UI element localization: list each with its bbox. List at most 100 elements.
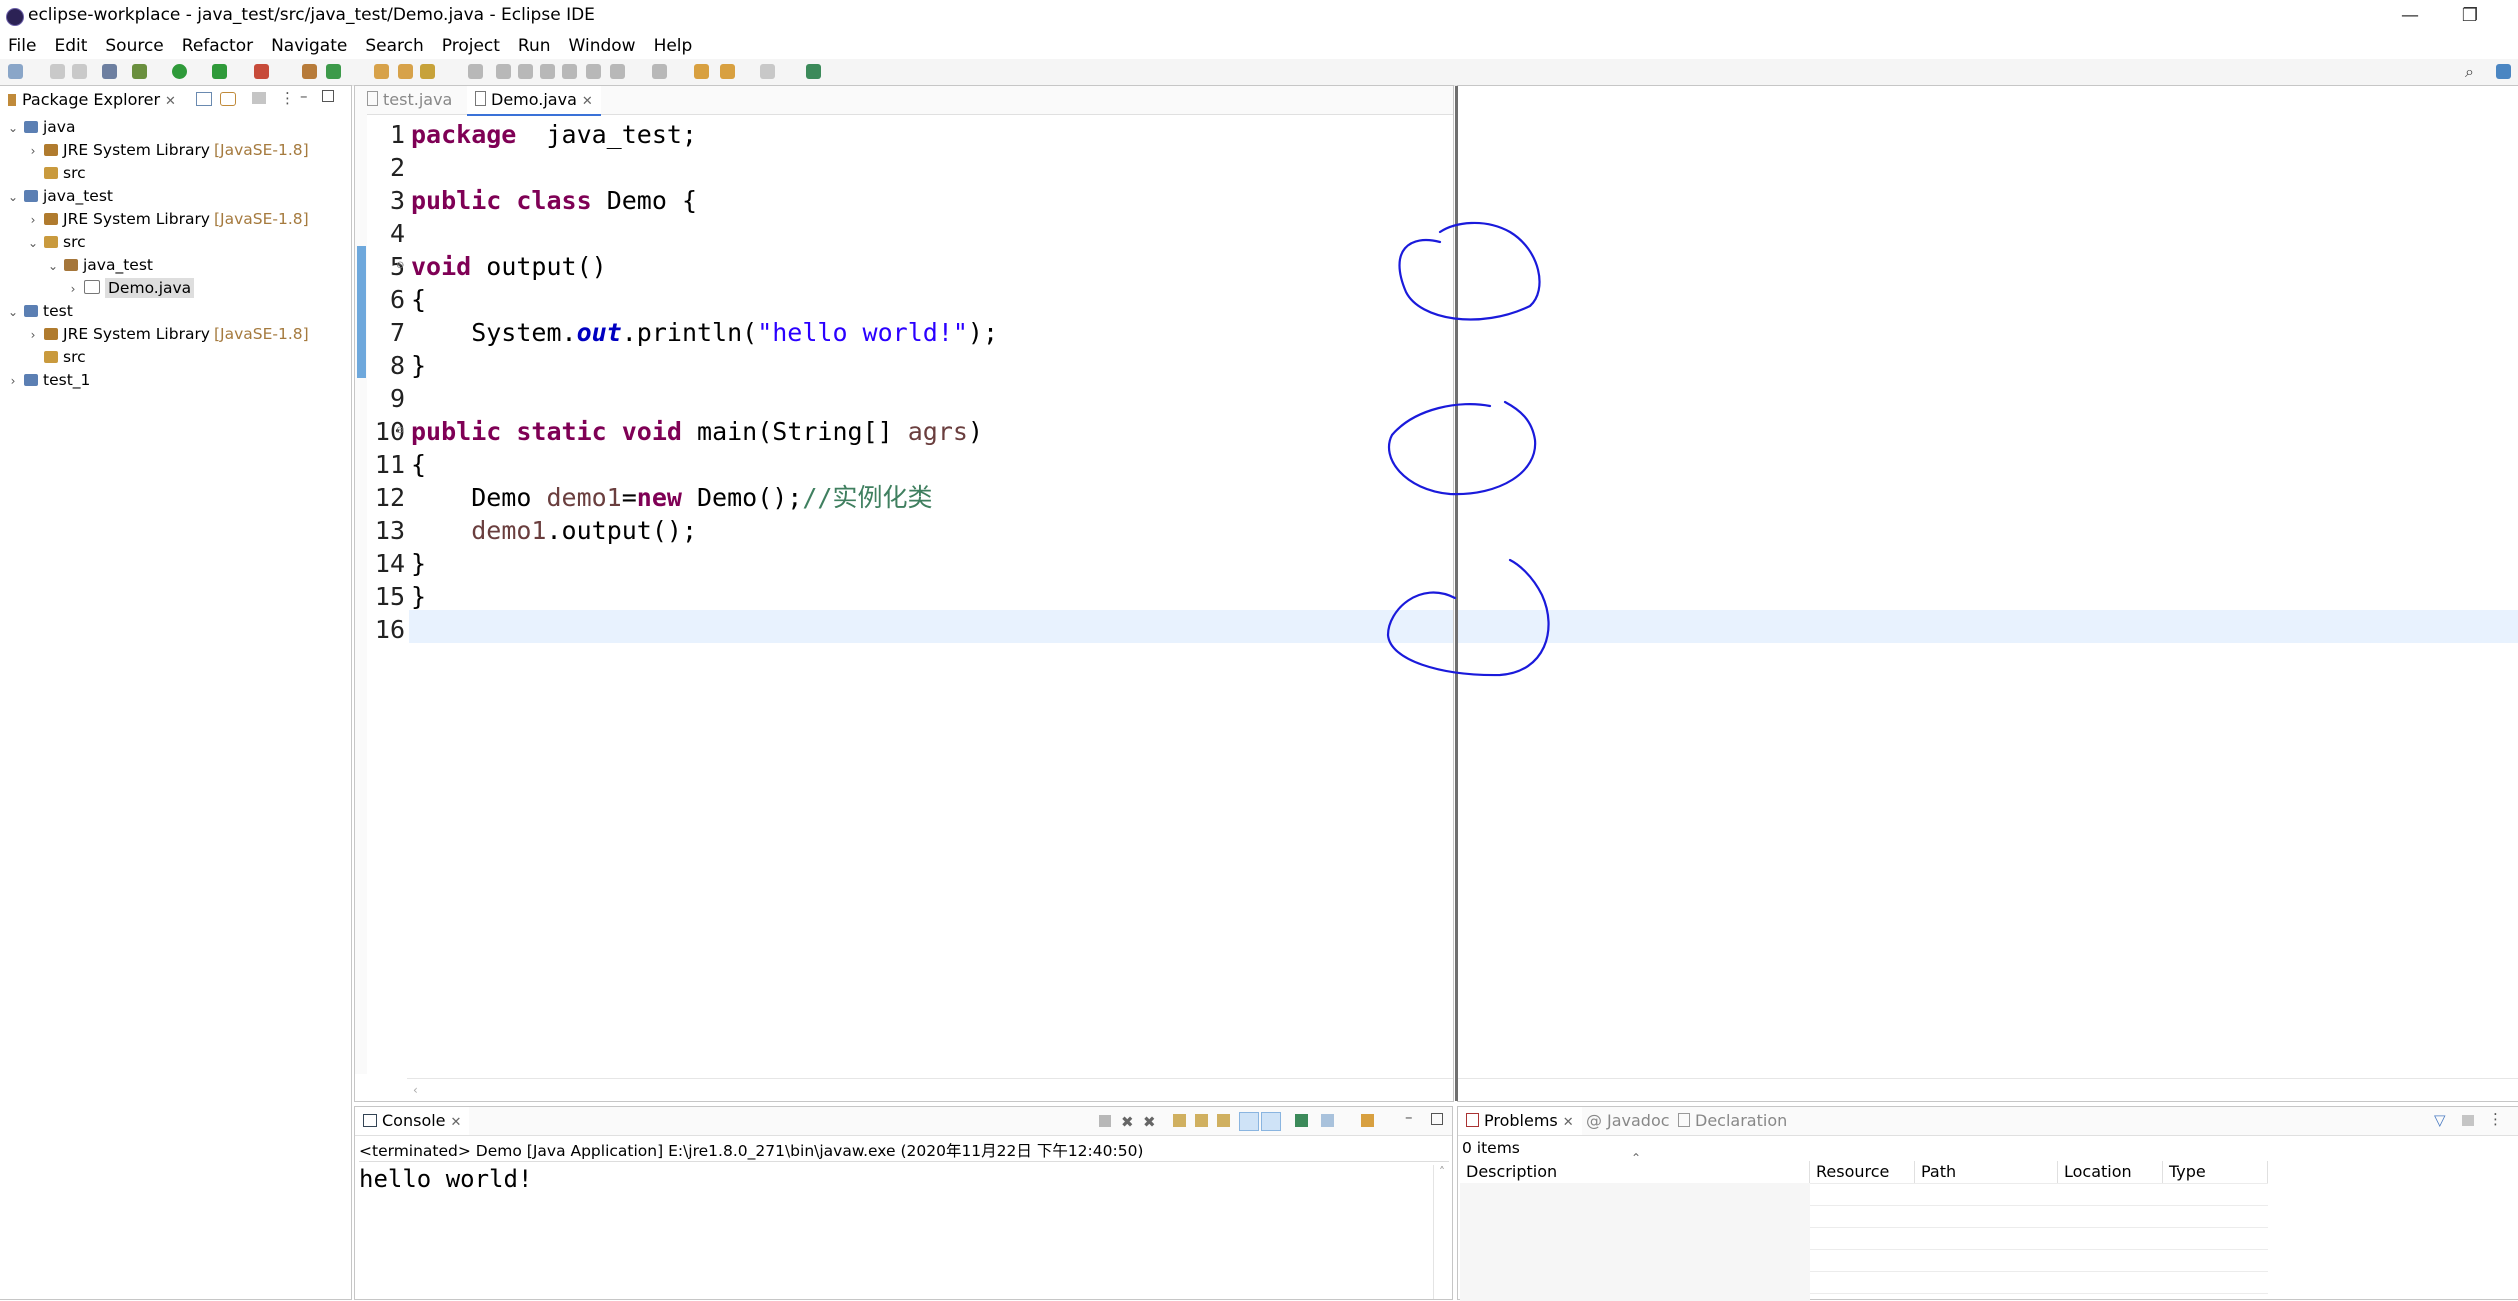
chevron-down-icon[interactable]: ⌄: [6, 186, 20, 208]
column-path[interactable]: Path: [1915, 1161, 2058, 1183]
chevron-right-icon[interactable]: ›: [26, 209, 40, 231]
open-task-icon[interactable]: [398, 64, 413, 79]
display-selected-console-icon[interactable]: [1321, 1114, 1334, 1127]
tree-item[interactable]: › JRE System Library [JavaSE-1.8]: [26, 139, 309, 161]
chevron-right-icon[interactable]: ›: [26, 324, 40, 346]
tab-problems[interactable]: Problems ✕: [1458, 1107, 1582, 1135]
tab-test-java[interactable]: test.java: [359, 86, 460, 114]
chevron-down-icon[interactable]: ⌄: [46, 255, 60, 277]
chevron-right-icon[interactable]: ›: [6, 370, 20, 392]
scroll-lock-icon[interactable]: [1195, 1114, 1208, 1127]
next-edit-icon[interactable]: [610, 64, 625, 79]
tab-package-explorer[interactable]: Package Explorer ✕: [0, 86, 184, 114]
minimize-view-icon[interactable]: –: [300, 87, 308, 105]
chevron-right-icon[interactable]: ›: [66, 278, 80, 300]
code-line[interactable]: {: [411, 283, 426, 316]
column-description[interactable]: Description: [1460, 1161, 1810, 1183]
vertical-scrollbar[interactable]: ˄: [1433, 1165, 1450, 1299]
code-line[interactable]: System.out.println("hello world!");: [411, 316, 998, 349]
collapse-all-icon[interactable]: [196, 92, 212, 106]
tab-javadoc[interactable]: @ Javadoc: [1578, 1107, 1678, 1135]
code-line[interactable]: public class Demo {: [411, 184, 697, 217]
back-icon[interactable]: [694, 64, 709, 79]
new-java-project-icon[interactable]: [302, 64, 317, 79]
view-menu-extra-icon[interactable]: [2462, 1115, 2474, 1126]
save-icon[interactable]: [50, 64, 65, 79]
chevron-down-icon[interactable]: ⌄: [6, 301, 20, 323]
search-tool-icon[interactable]: [420, 64, 435, 79]
save-all-icon[interactable]: [72, 64, 87, 79]
tree-item[interactable]: ⌄ src: [26, 231, 86, 253]
new-icon[interactable]: [8, 64, 23, 79]
debug-icon[interactable]: [132, 64, 147, 79]
menu-edit[interactable]: Edit: [45, 33, 96, 59]
tree-item[interactable]: › JRE System Library [JavaSE-1.8]: [26, 323, 309, 345]
block-selection-icon[interactable]: [540, 64, 555, 79]
code-line[interactable]: }: [411, 349, 426, 382]
menu-run[interactable]: Run: [509, 33, 560, 59]
fold-marker-icon[interactable]: ⊖: [396, 260, 404, 271]
forward-arrow-icon[interactable]: [760, 64, 775, 79]
tree-item[interactable]: ⌄ java_test: [6, 185, 113, 207]
menu-file[interactable]: File: [0, 33, 45, 59]
last-edit-location-icon[interactable]: [652, 64, 667, 79]
link-with-editor-icon[interactable]: [220, 92, 236, 106]
menu-project[interactable]: Project: [433, 33, 509, 59]
tree-item[interactable]: ⌄ test: [6, 300, 73, 322]
open-perspective-icon[interactable]: [2496, 64, 2511, 79]
menu-search[interactable]: Search: [356, 33, 432, 59]
close-icon[interactable]: ✕: [451, 1115, 462, 1130]
tree-item[interactable]: ⌄ java: [6, 116, 76, 139]
menu-refactor[interactable]: Refactor: [173, 33, 262, 59]
code-line[interactable]: }: [411, 547, 426, 580]
minimize-button[interactable]: —: [2380, 2, 2440, 30]
tree-item[interactable]: src: [26, 162, 86, 184]
maximize-view-icon[interactable]: [1431, 1113, 1443, 1125]
code-line[interactable]: void output(): [411, 250, 607, 283]
open-console-icon[interactable]: [1361, 1114, 1374, 1127]
remove-launch-icon[interactable]: ✖: [1121, 1113, 1134, 1131]
coverage-icon[interactable]: [212, 64, 227, 79]
chevron-right-icon[interactable]: ›: [26, 140, 40, 162]
column-resource[interactable]: Resource: [1810, 1161, 1915, 1183]
filter-icon[interactable]: [252, 92, 266, 104]
code-line[interactable]: }: [411, 580, 426, 613]
column-type[interactable]: Type: [2163, 1161, 2268, 1183]
tab-demo-java[interactable]: Demo.java ✕: [467, 86, 601, 116]
terminate-icon[interactable]: [1099, 1115, 1111, 1127]
tab-console[interactable]: Console ✕: [355, 1107, 470, 1135]
pin-editor-icon[interactable]: [806, 64, 821, 79]
close-icon[interactable]: ✕: [165, 94, 176, 109]
back-arrow-icon[interactable]: [720, 64, 735, 79]
close-icon[interactable]: ✕: [1563, 1115, 1574, 1130]
chevron-down-icon[interactable]: ⌄: [6, 117, 20, 139]
skip-breakpoints-icon[interactable]: [102, 64, 117, 79]
filter-icon[interactable]: ▽: [2434, 1111, 2446, 1129]
menu-source[interactable]: Source: [96, 33, 172, 59]
pin-console-icon[interactable]: [1295, 1114, 1308, 1127]
run-icon[interactable]: [172, 64, 187, 79]
search-icon[interactable]: ⌕: [2465, 64, 2480, 80]
maximize-view-icon[interactable]: [322, 90, 334, 102]
code-line[interactable]: public static void main(String[] agrs): [411, 415, 983, 448]
previous-annotation-icon[interactable]: [518, 64, 533, 79]
menu-window[interactable]: Window: [560, 33, 645, 59]
restore-button[interactable]: ❐: [2440, 2, 2500, 30]
console-output[interactable]: hello world!: [359, 1165, 532, 1193]
view-menu-icon[interactable]: ⋮: [280, 89, 295, 107]
tree-item[interactable]: › Demo.java: [66, 277, 195, 300]
open-type-icon[interactable]: [374, 64, 389, 79]
new-package-icon[interactable]: [326, 64, 341, 79]
toggle-mark-occurrences-icon[interactable]: [468, 64, 483, 79]
remove-all-terminated-icon[interactable]: ✖: [1143, 1113, 1156, 1131]
clear-console-icon[interactable]: [1173, 1114, 1186, 1127]
view-menu-icon[interactable]: ⋮: [2488, 1110, 2503, 1128]
code-line[interactable]: {: [411, 448, 426, 481]
chevron-down-icon[interactable]: ⌄: [26, 232, 40, 254]
menu-navigate[interactable]: Navigate: [262, 33, 356, 59]
menu-help[interactable]: Help: [645, 33, 702, 59]
word-wrap-icon[interactable]: [562, 64, 577, 79]
show-on-stderr-icon[interactable]: [1261, 1112, 1281, 1131]
show-whitespace-icon[interactable]: [586, 64, 601, 79]
tab-declaration[interactable]: Declaration: [1670, 1107, 1795, 1135]
